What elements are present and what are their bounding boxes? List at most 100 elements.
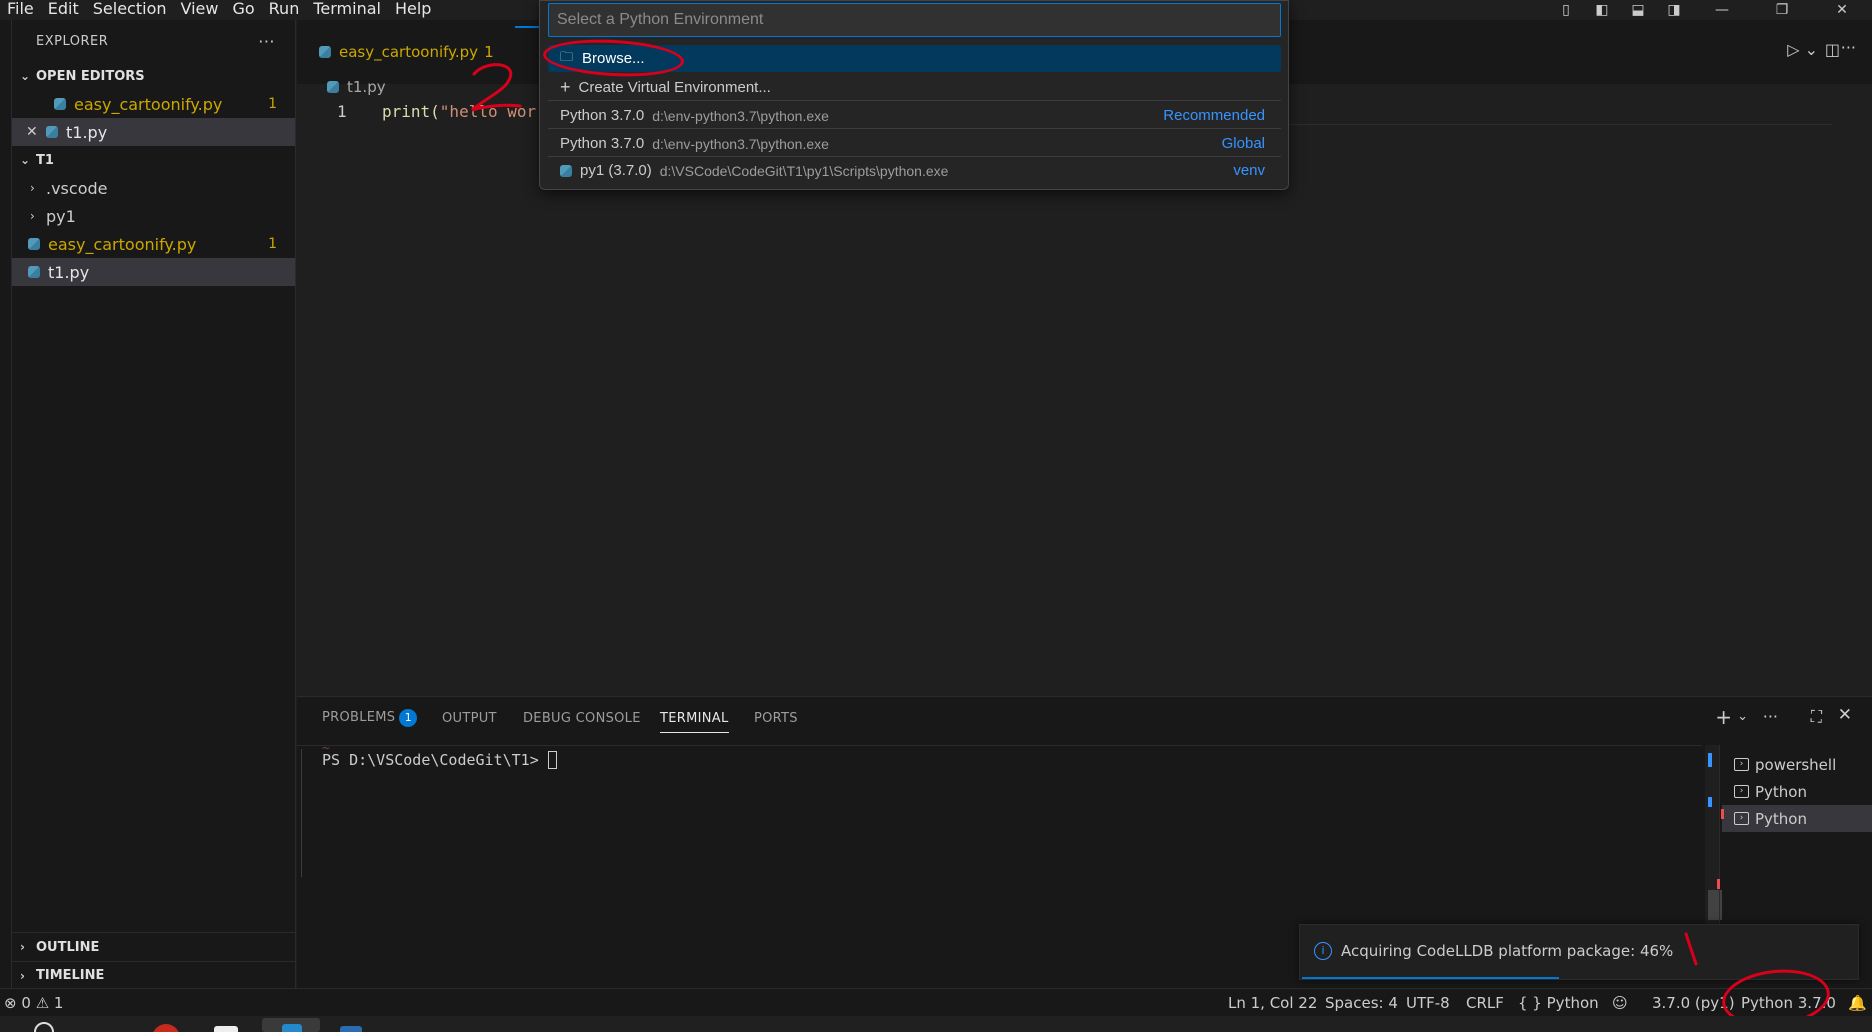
tab-problem-badge: 1 [484,43,494,61]
interpreter-option-global[interactable]: Python 3.7.0 d:\env-python3.7\python.exe… [548,130,1281,157]
warning-icon: ⚠ [35,994,50,1012]
terminal-list-powershell[interactable]: › powershell [1722,751,1872,778]
folder-title: T1 [36,152,54,168]
tree-item-label: easy_cartoonify.py [48,234,197,254]
annotation-number-two [471,63,522,112]
terminal-output[interactable]: PS D:\VSCode\CodeGit\T1> [322,751,557,769]
open-editor-item[interactable]: ✕ t1.py [12,118,295,146]
menu-edit[interactable]: Edit [41,0,86,20]
menu-help[interactable]: Help [388,0,438,20]
terminal-name: Python [1755,809,1807,828]
interpreter-option-recommended[interactable]: Python 3.7.0 d:\env-python3.7\python.exe… [548,102,1281,129]
search-icon[interactable] [34,1022,54,1032]
copilot-icon[interactable]: ☺ [1612,994,1628,1012]
split-editor-icon[interactable]: ◫ [1825,40,1840,59]
terminal-prompt: PS D:\VSCode\CodeGit\T1> [322,751,548,769]
error-marker [1721,809,1724,819]
editor-more-icon[interactable]: ··· [1841,38,1856,57]
problems-status[interactable]: ⊗ 0 ⚠ 1 [4,994,63,1012]
python-file-icon [28,238,40,250]
file-encoding[interactable]: UTF-8 [1406,994,1450,1012]
maximize-panel-icon[interactable]: ⛶ [1811,707,1822,727]
panel-more-icon[interactable]: ··· [1763,707,1778,726]
activity-bar [0,20,12,988]
tab-output[interactable]: OUTPUT [442,711,497,726]
problems-count-badge: 1 [399,709,418,727]
tree-item-label: t1.py [48,262,90,282]
chevron-down-icon[interactable]: ⌄ [1737,709,1748,724]
breadcrumb[interactable]: t1.py [327,78,386,96]
menu-terminal[interactable]: Terminal [306,0,388,20]
app-icon[interactable] [152,1024,180,1032]
terminal-left-border [301,749,302,877]
terminal-list-python[interactable]: › Python [1722,778,1872,805]
close-window-icon[interactable]: ✕ [1812,1,1872,19]
timeline-title: TIMELINE [36,968,105,983]
outline-section[interactable]: › OUTLINE [12,933,296,961]
tab-label: PROBLEMS [322,710,396,725]
line-number: 1 [337,102,347,121]
option-label: Create Virtual Environment... [578,79,771,96]
language-mode[interactable]: { } Python [1518,994,1599,1012]
cursor-position[interactable]: Ln 1, Col 22 [1228,994,1317,1012]
option-path: d:\env-python3.7\python.exe [652,135,829,152]
tree-file-easy-cartoonify[interactable]: easy_cartoonify.py 1 [12,230,295,258]
tree-file-t1[interactable]: t1.py [12,258,295,286]
tab-ports[interactable]: PORTS [754,711,798,726]
notification-progress-bar [1302,977,1559,979]
toggle-sidebar-icon[interactable]: ◧ [1584,1,1620,19]
menu-selection[interactable]: Selection [86,0,174,20]
code-function: print( [382,102,440,121]
tree-item-label: .vscode [46,178,108,198]
layout-icon[interactable]: ▯ [1548,1,1584,19]
tab-problems[interactable]: PROBLEMS 1 [322,709,418,727]
menu-view[interactable]: View [174,0,226,20]
vscode-taskbar-icon[interactable] [282,1024,302,1032]
run-python-icon[interactable]: ▷ ⌄ [1787,40,1818,59]
annotation-number-one [1684,932,1698,966]
language-label: Python [1546,994,1599,1012]
terminal-list-python-active[interactable]: › Python [1722,805,1872,832]
windows-taskbar [0,1016,1872,1032]
option-path: d:\env-python3.7\python.exe [652,107,829,124]
tree-folder-py1[interactable]: › py1 [12,202,295,230]
new-terminal-icon[interactable]: + [1715,705,1732,729]
open-editors-section[interactable]: ⌄ OPEN EDITORS [12,62,295,90]
folder-section[interactable]: ⌄ T1 [12,146,295,174]
indentation[interactable]: Spaces: 4 [1325,994,1398,1012]
toggle-panel-icon[interactable]: ⬓ [1620,1,1656,19]
timeline-section[interactable]: › TIMELINE [12,961,296,989]
panel-divider [297,745,1702,746]
close-panel-icon[interactable]: ✕ [1838,705,1852,725]
chevron-right-icon: › [30,181,35,195]
terminal-scrollbar[interactable] [1705,745,1722,941]
app-icon[interactable] [340,1026,362,1032]
app-icon[interactable] [214,1026,238,1032]
interpreter-option-venv[interactable]: py1 (3.7.0) d:\VSCode\CodeGit\T1\py1\Scr… [548,157,1281,184]
environment-search-input[interactable] [548,3,1281,37]
tree-item-label: py1 [46,206,76,226]
option-label: py1 (3.7.0) [580,162,652,179]
option-label: Python 3.7.0 [560,135,645,152]
python-file-icon [28,266,40,278]
open-editor-item[interactable]: easy_cartoonify.py 1 [12,90,295,118]
close-icon[interactable]: ✕ [26,124,46,140]
open-editor-label: easy_cartoonify.py [74,94,223,114]
restore-icon[interactable]: ❐ [1752,1,1812,19]
explorer-sidebar: EXPLORER ··· ⌄ OPEN EDITORS easy_cartoon… [12,20,296,988]
line-endings[interactable]: CRLF [1466,994,1504,1012]
create-venv-option[interactable]: + Create Virtual Environment... [548,74,1281,101]
tab-terminal[interactable]: TERMINAL [660,711,729,733]
menu-run[interactable]: Run [262,0,307,20]
option-tag: Recommended [1163,107,1265,124]
tree-folder-vscode[interactable]: › .vscode [12,174,295,202]
tab-debug-console[interactable]: DEBUG CONSOLE [523,711,641,726]
toggle-secondary-sidebar-icon[interactable]: ◨ [1656,1,1692,19]
more-actions-icon[interactable]: ··· [258,32,275,51]
chevron-down-icon: ⌄ [20,153,31,167]
chevron-right-icon: › [30,209,35,223]
notifications-bell-icon[interactable]: 🔔 [1848,994,1867,1012]
menu-go[interactable]: Go [225,0,261,20]
minimize-icon[interactable]: — [1692,1,1752,19]
menu-file[interactable]: File [0,0,41,20]
